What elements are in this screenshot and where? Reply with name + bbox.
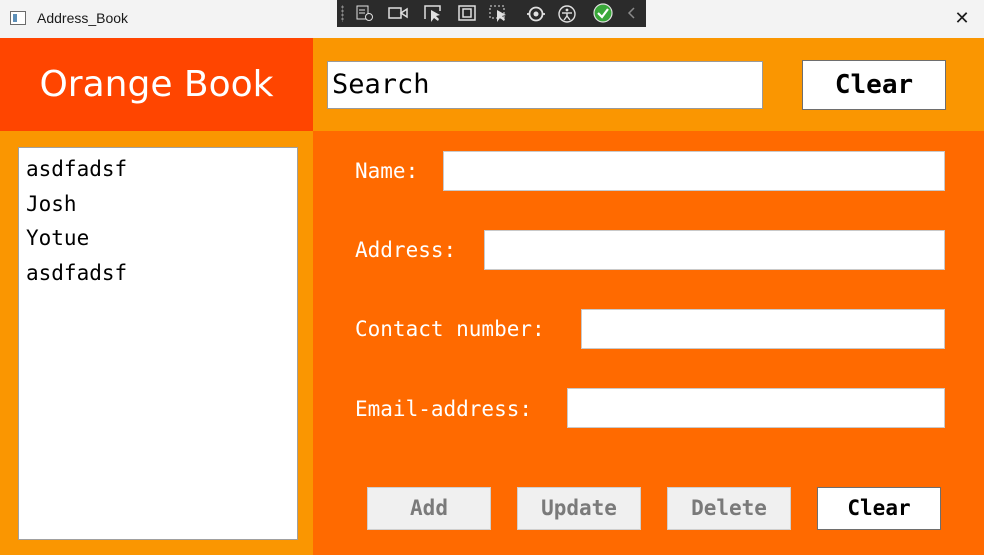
email-address-field[interactable] (567, 388, 945, 428)
list-item[interactable]: asdfadsf (26, 256, 297, 291)
contact-number-field[interactable] (581, 309, 945, 349)
close-button[interactable]: ✕ (950, 8, 974, 30)
record-icon[interactable] (388, 5, 408, 21)
name-label: Name: (355, 159, 419, 183)
app-name: Orange Book (39, 64, 274, 105)
pointer-select-icon[interactable] (424, 5, 442, 22)
search-input[interactable]: Search (327, 61, 763, 109)
delete-button[interactable]: Delete (667, 487, 791, 530)
update-button[interactable]: Update (517, 487, 641, 530)
select-element-icon[interactable] (356, 5, 374, 21)
name-field[interactable] (443, 151, 945, 191)
debug-toolbar (337, 0, 646, 27)
address-field[interactable] (484, 230, 945, 270)
clear-form-button[interactable]: Clear (817, 487, 941, 530)
app-window-icon (10, 11, 26, 25)
layout-adorner-icon[interactable] (458, 5, 476, 21)
hot-reload-icon[interactable] (526, 5, 545, 22)
search-clear-button[interactable]: Clear (802, 60, 946, 110)
toolbar-grip-icon[interactable] (341, 5, 344, 22)
contact-list[interactable]: asdfadsf Josh Yotue asdfadsf (18, 147, 298, 540)
window-title: Address_Book (37, 10, 129, 26)
list-item[interactable]: Josh (26, 187, 297, 222)
track-focus-icon[interactable] (489, 5, 507, 22)
list-item[interactable]: asdfadsf (26, 152, 297, 187)
collapse-chevron-icon[interactable] (625, 5, 643, 21)
add-button[interactable]: Add (367, 487, 491, 530)
binding-check-icon[interactable] (593, 3, 613, 23)
email-address-label: Email-address: (355, 397, 533, 421)
accessibility-icon[interactable] (557, 5, 576, 23)
list-item[interactable]: Yotue (26, 221, 297, 256)
address-label: Address: (355, 238, 457, 262)
contact-number-label: Contact number: (355, 317, 545, 341)
